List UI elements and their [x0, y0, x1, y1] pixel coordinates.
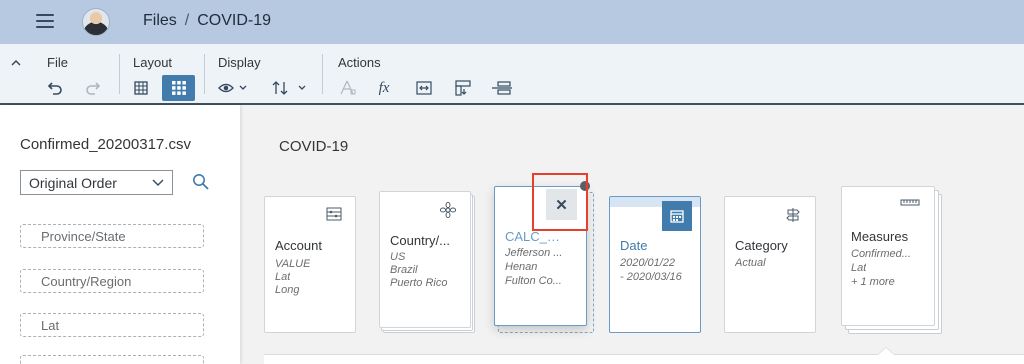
order-select[interactable]: Original Order [20, 170, 173, 195]
calendar-badge [662, 201, 692, 231]
search-icon[interactable] [192, 173, 210, 191]
redo-button[interactable] [82, 76, 104, 100]
file-name: Confirmed_20200317.csv [20, 136, 191, 153]
toolbar-divider [322, 54, 323, 94]
page-title: COVID-19 [279, 138, 349, 155]
hierarchy-flower-icon [440, 202, 456, 218]
ruler-icon [900, 199, 920, 206]
order-select-value: Original Order [29, 174, 117, 191]
align-center-icon [492, 81, 512, 95]
card-item: Puerto Rico [390, 277, 448, 289]
card-item: VALUE [275, 258, 311, 270]
abacus-icon [326, 207, 342, 221]
dimension-card-date[interactable]: Date 2020/01/22 - 2020/03/16 [609, 196, 701, 333]
measures-card[interactable]: Measures Confirmed... Lat + 1 more [841, 186, 935, 326]
card-item: - 2020/03/16 [620, 271, 682, 283]
eye-icon [218, 83, 247, 93]
undo-icon [47, 82, 62, 95]
data-source-panel: Confirmed_20200317.csv Original Order Pr… [0, 105, 240, 364]
card-title: Date [620, 238, 648, 253]
split-icon [416, 81, 432, 95]
card-item: + 1 more [851, 276, 895, 288]
card-item: US [390, 251, 406, 263]
menu-icon[interactable] [36, 14, 54, 29]
field-item[interactable]: Province/State [20, 224, 204, 248]
card-item: Fulton Co... [505, 275, 562, 287]
formula-button[interactable]: fx [372, 76, 396, 100]
group-label-actions: Actions [338, 55, 381, 70]
group-label-display: Display [218, 55, 261, 70]
avatar[interactable] [82, 8, 110, 36]
breadcrumb-files[interactable]: Files [143, 12, 177, 30]
table-grid-icon [134, 81, 148, 95]
dimension-card-category[interactable]: Category Actual [724, 196, 816, 333]
card-item: Actual [735, 257, 766, 269]
card-view-button[interactable] [162, 75, 195, 101]
toolbar: File Layout Display Actions fx [0, 44, 1024, 105]
group-label-file: File [47, 55, 68, 70]
align-button[interactable] [489, 76, 515, 100]
undo-button[interactable] [44, 76, 66, 100]
card-title: Country/... [390, 233, 450, 248]
signpost-icon [786, 208, 800, 222]
chevron-down-icon [152, 179, 164, 186]
chevron-up-icon[interactable] [10, 58, 22, 68]
card-item: Long [275, 284, 300, 296]
toolbar-divider [204, 54, 205, 94]
details-panel [264, 354, 1024, 364]
card-title: Measures [851, 229, 909, 244]
card-item: Confirmed... [851, 248, 911, 260]
shell-bar: Files / COVID-19 [0, 0, 1024, 44]
sort-icon [272, 81, 306, 95]
details-pointer [877, 347, 895, 355]
breadcrumb-current: COVID-19 [197, 12, 272, 29]
grid-view-button[interactable] [129, 76, 153, 100]
dimension-card-account[interactable]: Account VALUE Lat Long [264, 196, 356, 333]
fx-icon: fx [378, 79, 390, 96]
toolbar-divider [119, 54, 120, 94]
card-title: CALC_P... [505, 229, 560, 244]
card-item: Brazil [390, 264, 418, 276]
group-label-layout: Layout [133, 55, 173, 70]
card-item: Lat [851, 262, 867, 274]
card-title: Account [275, 238, 322, 253]
split-column-button[interactable] [412, 76, 436, 100]
breadcrumb: Files / COVID-19 [143, 12, 271, 30]
card-grid-icon [171, 81, 186, 95]
visibility-dropdown[interactable] [216, 76, 252, 100]
card-item: Lat [275, 271, 291, 283]
field-item[interactable]: Lat [20, 313, 204, 337]
field-item[interactable]: Country/Region [20, 269, 204, 293]
field-item[interactable] [20, 355, 204, 364]
breadcrumb-separator: / [184, 12, 190, 29]
redo-icon [86, 82, 101, 95]
calendar-icon [670, 210, 684, 223]
highlight-box [532, 173, 588, 231]
card-item: 2020/01/22 [620, 257, 676, 269]
card-title: Category [735, 238, 788, 253]
hierarchy-icon [340, 80, 356, 95]
card-item: Henan [505, 261, 538, 273]
dimension-card-country[interactable]: Country/... US Brazil Puerto Rico [379, 191, 471, 328]
transform-icon [455, 80, 471, 96]
sort-dropdown[interactable] [270, 76, 310, 100]
transform-button[interactable] [451, 76, 475, 100]
hierarchy-button[interactable] [336, 76, 358, 100]
card-item: Jefferson ... [505, 247, 563, 259]
